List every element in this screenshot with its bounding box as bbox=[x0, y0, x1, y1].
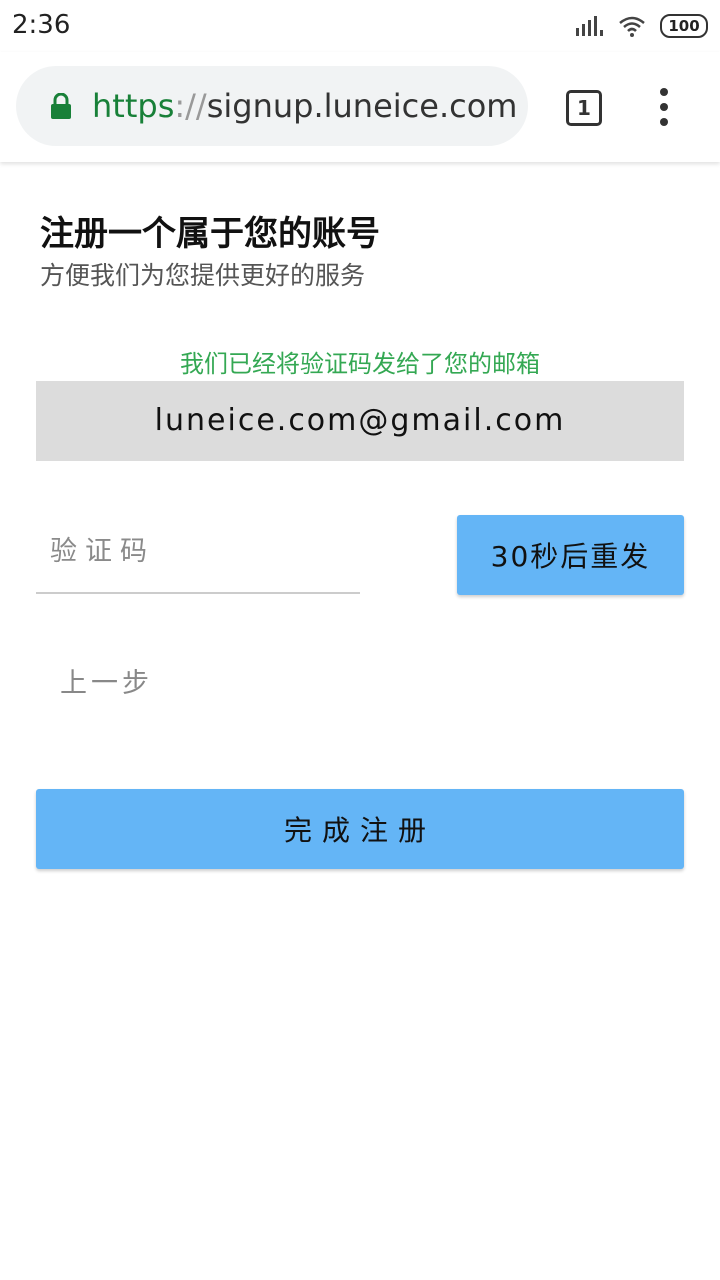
battery-icon: 100 bbox=[660, 14, 708, 38]
url-separator: :// bbox=[174, 87, 207, 125]
verification-notice: 我们已经将验证码发给了您的邮箱 bbox=[180, 350, 540, 378]
url-text: https://signup.luneice.com bbox=[92, 86, 517, 126]
lock-icon bbox=[51, 93, 71, 119]
back-button[interactable]: 上一步 bbox=[36, 650, 186, 710]
signal-icon bbox=[576, 16, 603, 36]
more-menu-icon[interactable] bbox=[652, 88, 676, 126]
url-host: signup.luneice.com bbox=[206, 87, 518, 125]
tab-switcher-button[interactable]: 1 bbox=[566, 90, 602, 126]
email-display: luneice.com@gmail.com bbox=[36, 381, 684, 461]
page-title: 注册一个属于您的账号 bbox=[40, 214, 380, 254]
status-icons: 100 bbox=[576, 12, 708, 40]
status-time: 2:36 bbox=[12, 10, 71, 40]
resend-button[interactable]: 30秒后重发 bbox=[457, 515, 684, 595]
browser-toolbar: https://signup.luneice.com 1 bbox=[0, 52, 720, 162]
url-scheme: https bbox=[92, 87, 175, 125]
verification-code-input[interactable] bbox=[36, 510, 360, 594]
page-subtitle: 方便我们为您提供更好的服务 bbox=[40, 261, 366, 290]
address-bar[interactable]: https://signup.luneice.com bbox=[16, 66, 528, 146]
complete-registration-button[interactable]: 完成注册 bbox=[36, 789, 684, 869]
status-bar: 2:36 100 bbox=[0, 0, 720, 52]
wifi-icon bbox=[619, 16, 645, 37]
